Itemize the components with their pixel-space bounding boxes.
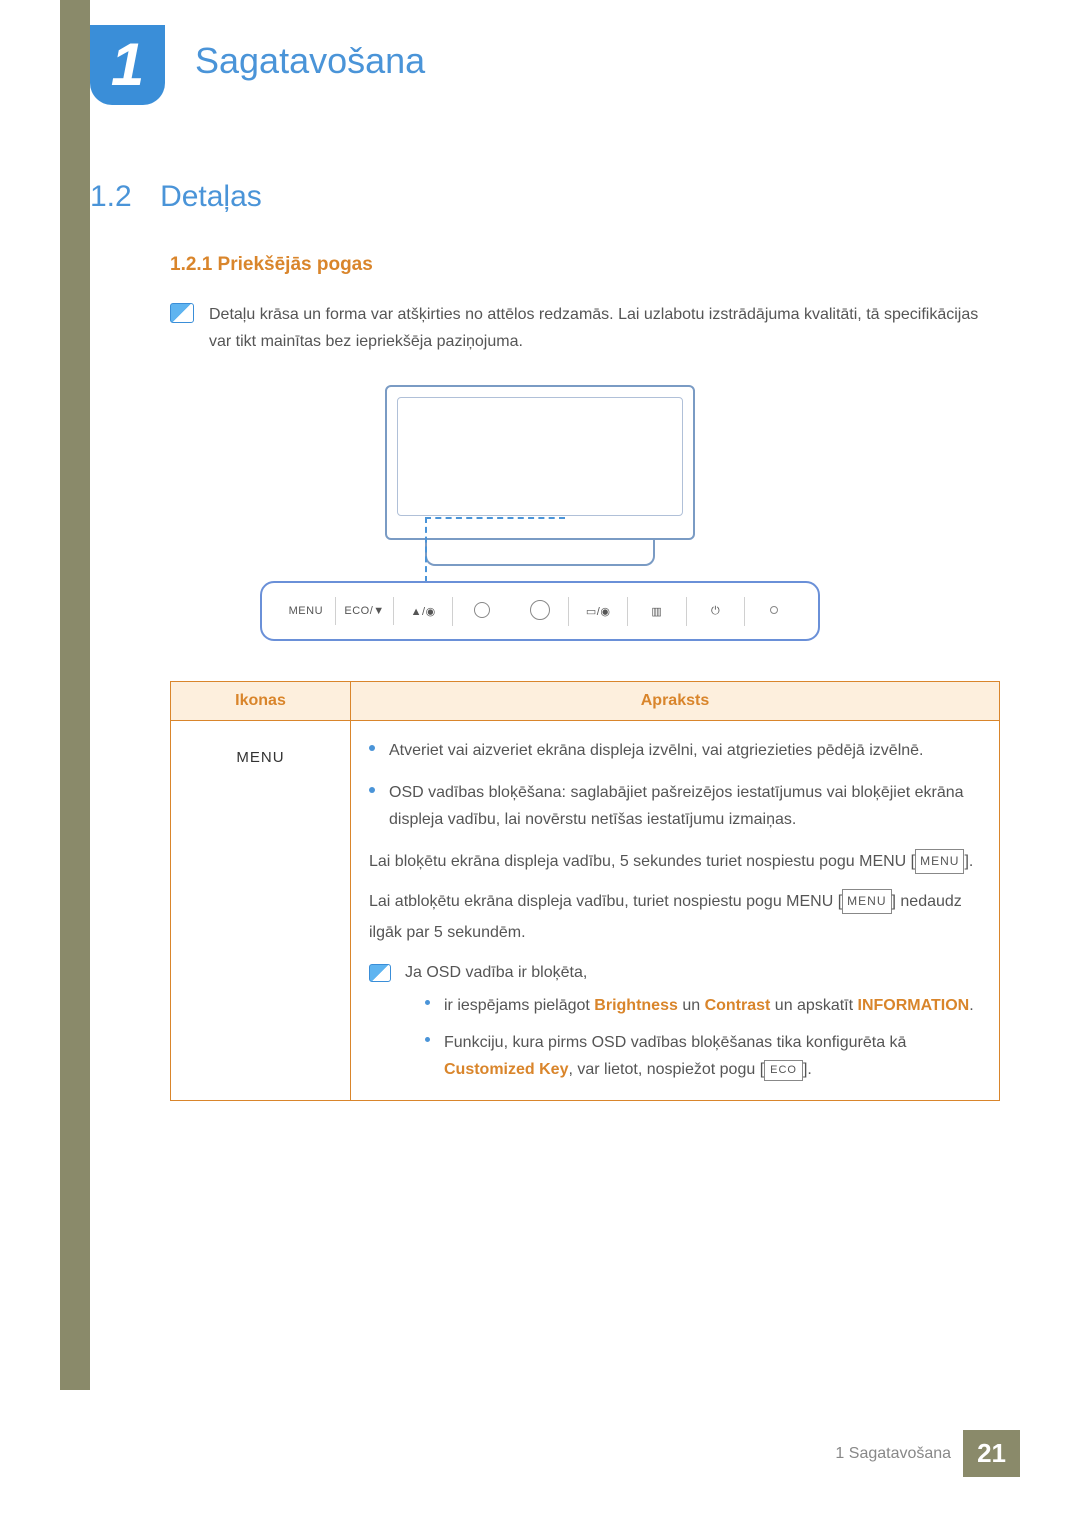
note-row: Detaļu krāsa un forma var atšķirties no …	[170, 301, 990, 355]
btn-auto: ▥	[628, 597, 686, 626]
section-title: Detaļas	[160, 180, 262, 213]
bullet-item: Atveriet vai aizveriet ekrāna displeja i…	[369, 737, 981, 764]
note-icon	[369, 964, 391, 982]
bullet-dot-icon	[369, 787, 375, 793]
page-footer: 1 Sagatavošana 21	[835, 1430, 1020, 1477]
sub-bullet-text: ir iespējams pielāgot Brightness un Cont…	[444, 992, 974, 1019]
paragraph: Lai atbloķētu ekrāna displeja vadību, tu…	[369, 887, 981, 948]
menu-key-icon: MENU	[842, 889, 891, 914]
bullet-item: OSD vadības bloķēšana: saglabājiet pašre…	[369, 779, 981, 833]
inner-note-lead: Ja OSD vadība ir bloķēta,	[405, 964, 981, 982]
information-label: INFORMATION	[858, 997, 970, 1014]
note-text: Detaļu krāsa un forma var atšķirties no …	[209, 301, 990, 355]
text-segment: .	[969, 997, 973, 1014]
description-block: Atveriet vai aizveriet ekrāna displeja i…	[369, 737, 981, 1083]
text-segment: ].	[803, 1061, 812, 1078]
ring-icon	[530, 600, 550, 620]
customized-key-label: Customized Key	[444, 1061, 568, 1078]
monitor-stand	[425, 540, 655, 566]
text-segment: Lai bloķētu ekrāna displeja vadību, 5 se…	[369, 853, 915, 870]
table-row: MENU Atveriet vai aizveriet ekrāna displ…	[171, 721, 1000, 1100]
btn-led	[745, 597, 803, 625]
page-content: 1.2 Detaļas 1.2.1 Priekšējās pogas Detaļ…	[90, 180, 990, 1101]
text-segment: un	[678, 997, 705, 1014]
btn-menu: MENU	[277, 597, 336, 625]
note-icon-wrap	[170, 301, 194, 355]
subsection-number: 1.2.1	[170, 254, 212, 275]
btn-up: ▲/◉	[394, 597, 453, 626]
header-icons: Ikonas	[171, 682, 351, 721]
inner-note: Ja OSD vadība ir bloķēta, ir iespējams p…	[369, 964, 981, 1084]
btn-ring2	[511, 592, 569, 631]
chapter-number: 1	[111, 35, 144, 95]
led-icon	[770, 606, 778, 614]
subsection-heading: 1.2.1 Priekšējās pogas	[170, 254, 990, 276]
subsection-title: Priekšējās pogas	[218, 254, 373, 275]
spec-table: Ikonas Apraksts MENU Atveriet vai aizver…	[170, 681, 1000, 1100]
monitor-screen	[397, 397, 683, 516]
brightness-label: Brightness	[594, 997, 678, 1014]
callout-line-horizontal	[425, 517, 565, 519]
chapter-title: Sagatavošana	[195, 40, 425, 82]
sub-bullet-text: Funkciju, kura pirms OSD vadības bloķēša…	[444, 1029, 981, 1083]
bullet-dot-icon	[369, 745, 375, 751]
contrast-label: Contrast	[705, 997, 771, 1014]
eco-key-icon: ECO	[764, 1060, 803, 1081]
bullet-text: Atveriet vai aizveriet ekrāna displeja i…	[389, 737, 924, 764]
sub-bullet: ir iespējams pielāgot Brightness un Cont…	[425, 992, 981, 1019]
inner-note-body: Ja OSD vadība ir bloķēta, ir iespējams p…	[405, 964, 981, 1084]
cell-icon: MENU	[171, 721, 351, 1100]
footer-label: 1 Sagatavošana	[835, 1445, 951, 1463]
note-icon	[170, 303, 194, 323]
menu-key-icon: MENU	[915, 849, 964, 874]
paragraph: Lai bloķētu ekrāna displeja vadību, 5 se…	[369, 847, 981, 877]
sub-bullet: Funkciju, kura pirms OSD vadības bloķēša…	[425, 1029, 981, 1083]
section-number: 1.2	[90, 180, 132, 213]
text-segment: ].	[964, 853, 973, 870]
text-segment: Lai atbloķētu ekrāna displeja vadību, tu…	[369, 893, 842, 910]
text-segment: Funkciju, kura pirms OSD vadības bloķēša…	[444, 1034, 906, 1051]
text-segment: ir iespējams pielāgot	[444, 997, 594, 1014]
bullet-dot-icon	[425, 1037, 430, 1042]
cell-desc: Atveriet vai aizveriet ekrāna displeja i…	[351, 721, 1000, 1100]
ring-icon	[474, 602, 490, 618]
callout-line-vertical	[425, 517, 427, 582]
section-heading: 1.2 Detaļas	[90, 180, 990, 214]
button-bar: MENU ECO/▼ ▲/◉ ▭/◉ ▥ ⏻	[260, 581, 820, 641]
text-segment: , var lietot, nospiežot pogu [	[568, 1061, 764, 1078]
monitor-diagram: MENU ECO/▼ ▲/◉ ▭/◉ ▥ ⏻	[250, 385, 830, 641]
bullet-dot-icon	[425, 1000, 430, 1005]
chapter-badge: 1	[90, 25, 165, 105]
btn-eco: ECO/▼	[336, 597, 395, 625]
bullet-text: OSD vadības bloķēšana: saglabājiet pašre…	[389, 779, 981, 833]
header-desc: Apraksts	[351, 682, 1000, 721]
footer-page-number: 21	[963, 1430, 1020, 1477]
btn-power: ⏻	[686, 597, 746, 626]
table-header-row: Ikonas Apraksts	[171, 682, 1000, 721]
btn-ring1	[453, 594, 511, 629]
text-segment: un apskatīt	[770, 997, 857, 1014]
side-strip	[60, 0, 90, 1390]
btn-source: ▭/◉	[568, 597, 628, 626]
